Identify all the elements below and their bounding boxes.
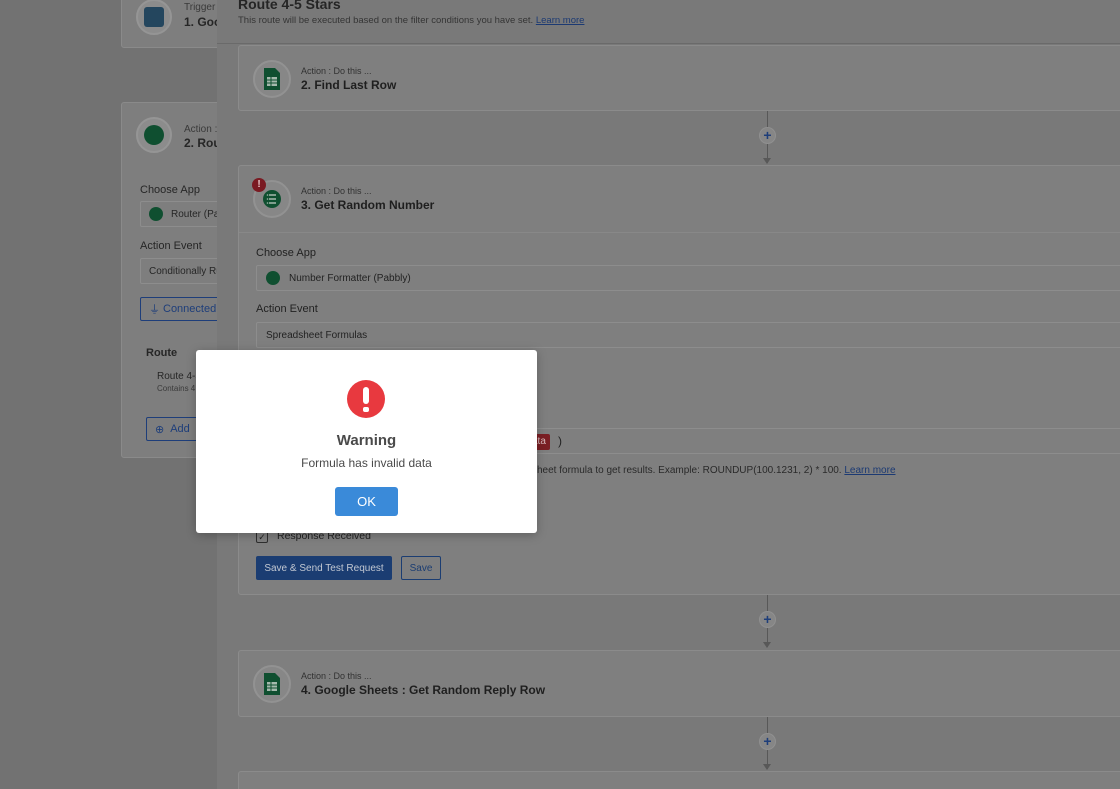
route-item-sub: Contains 4: [157, 384, 196, 393]
save-and-send-test-button[interactable]: Save & Send Test Request: [256, 556, 392, 580]
step-title: 4. Google Sheets : Get Random Reply Row: [301, 683, 546, 697]
router-title: 2. Rou: [184, 136, 221, 150]
plus-circle-icon: ⊕: [155, 423, 165, 436]
save-button[interactable]: Save: [401, 556, 441, 580]
warning-exclamation-icon: [347, 380, 385, 418]
step-get-random-reply-row[interactable]: Action : Do this ... 4. Google Sheets : …: [238, 650, 1120, 717]
error-badge-icon: !: [252, 178, 266, 192]
connected-label: Connected: [163, 303, 217, 315]
route-description-text: This route will be executed based on the…: [238, 15, 534, 26]
formula-paren: ): [558, 434, 562, 448]
add-route-label: Add: [170, 423, 190, 435]
formula-help-body: heet formula to get results. Example: RO…: [537, 465, 842, 476]
formula-help-text: heet formula to get results. Example: RO…: [537, 465, 896, 476]
action-event-label: Action Event: [256, 303, 318, 315]
route-section-label: Route: [146, 347, 178, 359]
router-choose-app-label: Choose App: [140, 184, 200, 196]
connector-arrow: [763, 642, 771, 648]
action-event-select[interactable]: Spreadsheet Formulas: [256, 322, 1120, 348]
add-step-button[interactable]: +: [759, 127, 776, 144]
router-action-event-label: Action Event: [140, 240, 202, 252]
route-title: Route 4-5 Stars: [238, 0, 341, 12]
google-sheets-icon: [253, 60, 291, 98]
step-small-label: Action : Do this ...: [301, 671, 372, 681]
workflow-sidebar: Trigger 1. Goo Action : 2. Rou Choose Ap…: [0, 0, 240, 789]
router-icon: [136, 117, 172, 153]
router-mini-icon: [149, 207, 163, 221]
add-step-button[interactable]: +: [759, 733, 776, 750]
route-description: This route will be executed based on the…: [238, 15, 584, 26]
route-item-title[interactable]: Route 4-5: [157, 371, 201, 382]
number-formatter-mini-icon: [266, 271, 280, 285]
trigger-title: 1. Goo: [184, 15, 222, 29]
step-small-label: Action : Do this ...: [301, 66, 372, 76]
warning-dialog: Warning Formula has invalid data OK: [196, 350, 537, 533]
choose-app-value: Number Formatter (Pabbly): [289, 272, 411, 284]
connector-arrow: [763, 764, 771, 770]
step-next-card[interactable]: [238, 771, 1120, 789]
card-divider: [239, 232, 1120, 233]
route-header: Route 4-5 Stars This route will be execu…: [217, 0, 1120, 44]
step-title: 2. Find Last Row: [301, 78, 397, 92]
step-title: 3. Get Random Number: [301, 198, 435, 212]
action-event-value: Spreadsheet Formulas: [266, 329, 368, 341]
google-sheets-icon: [253, 665, 291, 703]
step-small-label: Action : Do this ...: [301, 186, 372, 196]
connector-arrow: [763, 158, 771, 164]
choose-app-label: Choose App: [256, 247, 316, 259]
dialog-message: Formula has invalid data: [301, 456, 432, 470]
dialog-title: Warning: [336, 432, 397, 449]
router-action-event-value: Conditionally Ru: [149, 265, 222, 277]
choose-app-select[interactable]: Number Formatter (Pabbly): [256, 265, 1120, 291]
add-step-button[interactable]: +: [759, 611, 776, 628]
trigger-card[interactable]: Trigger 1. Goo: [121, 0, 231, 48]
step-find-last-row[interactable]: Action : Do this ... 2. Find Last Row: [238, 45, 1120, 111]
route-learn-more-link[interactable]: Learn more: [536, 15, 585, 26]
ok-button[interactable]: OK: [335, 487, 398, 516]
plug-icon: ⏚: [149, 304, 160, 316]
router-small-label: Action :: [184, 124, 218, 135]
formula-learn-more-link[interactable]: Learn more: [844, 465, 895, 476]
trigger-app-icon: [136, 0, 172, 35]
trigger-small-label: Trigger: [184, 2, 216, 13]
